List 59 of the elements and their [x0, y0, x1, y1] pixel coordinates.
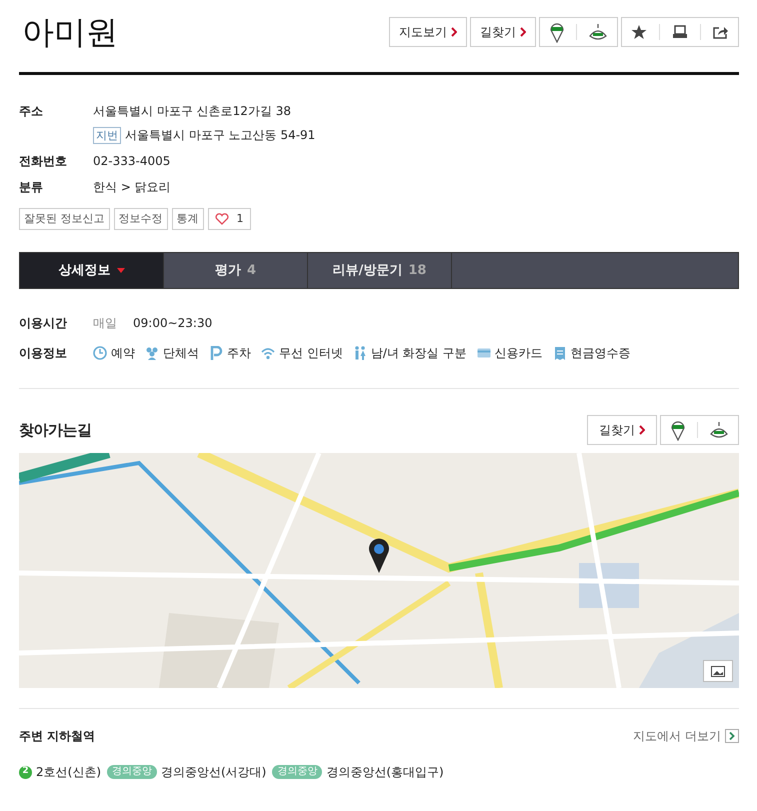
- print-icon: [672, 25, 688, 39]
- people-icon: [145, 346, 159, 360]
- action-button[interactable]: 통계: [172, 208, 204, 230]
- like-button[interactable]: 1: [208, 208, 250, 230]
- place-title: 아미원: [21, 12, 118, 53]
- map-pin-icon[interactable]: [548, 21, 566, 43]
- field-label: 이용정보: [19, 345, 68, 362]
- map-pin-icon: [669, 419, 687, 441]
- field-value: 매일: [93, 315, 117, 332]
- parking-icon: [209, 346, 223, 360]
- chevron-icon: [520, 27, 526, 37]
- station-name: 경의중앙선(서강대): [161, 764, 266, 781]
- tag: 지번: [93, 126, 121, 144]
- card-icon: [476, 346, 490, 360]
- line-badge: 2: [19, 766, 32, 778]
- field-label: 이용시간: [19, 315, 68, 332]
- section-title: 주변 지하철역: [19, 728, 96, 745]
- field-value: 02-333-4005: [93, 153, 170, 170]
- field-label: 분류: [19, 179, 44, 196]
- field-value: 09:00~23:30: [133, 315, 212, 332]
- line-badge: 경의중앙: [107, 765, 157, 779]
- image-icon: [711, 666, 725, 676]
- share-icon: [713, 25, 729, 39]
- heart-icon: [214, 213, 228, 225]
- link-button[interactable]: 지도보기: [389, 17, 467, 47]
- field-label: 전화번호: [19, 153, 68, 170]
- amenity-label: 남/녀 화장실 구분: [370, 345, 466, 362]
- field-value: 서울특별시 마포구 노고산동 54-91: [125, 127, 316, 144]
- receipt-icon: [552, 346, 566, 360]
- more-link[interactable]: 지도에서 더보기: [633, 727, 739, 745]
- tab[interactable]: 상세정보: [20, 253, 164, 288]
- amenity-label: 무선 인터넷: [279, 345, 343, 362]
- action-button[interactable]: 정보수정: [114, 208, 168, 230]
- field-value: 서울특별시 마포구 신촌로12가길 38: [93, 103, 291, 120]
- station-name: 경의중앙선(홍대입구): [326, 764, 444, 781]
- star-icon: [631, 24, 647, 40]
- field-label: 주소: [19, 103, 44, 120]
- action-button[interactable]: 잘못된 정보신고: [19, 208, 110, 230]
- map-toggle-button[interactable]: [703, 660, 733, 682]
- section-title: 찾아가는길: [19, 420, 92, 441]
- tab[interactable]: 리뷰/방문기 18: [308, 253, 452, 288]
- chevron-icon: [451, 27, 457, 37]
- amenity-label: 단체석: [163, 345, 199, 362]
- line-badge: 경의중앙: [272, 765, 322, 779]
- amenity-label: 신용카드: [494, 345, 542, 362]
- station-name: 2호선(신촌): [36, 764, 101, 781]
- chevron-icon: [639, 425, 645, 435]
- caret-icon: [116, 268, 124, 273]
- amenity-label: 현금영수증: [570, 345, 630, 362]
- tab[interactable]: 평가 4: [164, 253, 308, 288]
- clock-icon: [93, 346, 107, 360]
- link-button[interactable]: 길찾기: [470, 17, 536, 47]
- field-value: 한식 > 닭요리: [93, 179, 171, 196]
- amenity-label: 예약: [111, 345, 135, 362]
- amenity-label: 주차: [227, 345, 251, 362]
- link-button[interactable]: 길찾기: [587, 415, 657, 445]
- restroom-icon: [352, 346, 367, 360]
- wifi-icon: [261, 346, 275, 360]
- chevron-icon: [725, 729, 739, 743]
